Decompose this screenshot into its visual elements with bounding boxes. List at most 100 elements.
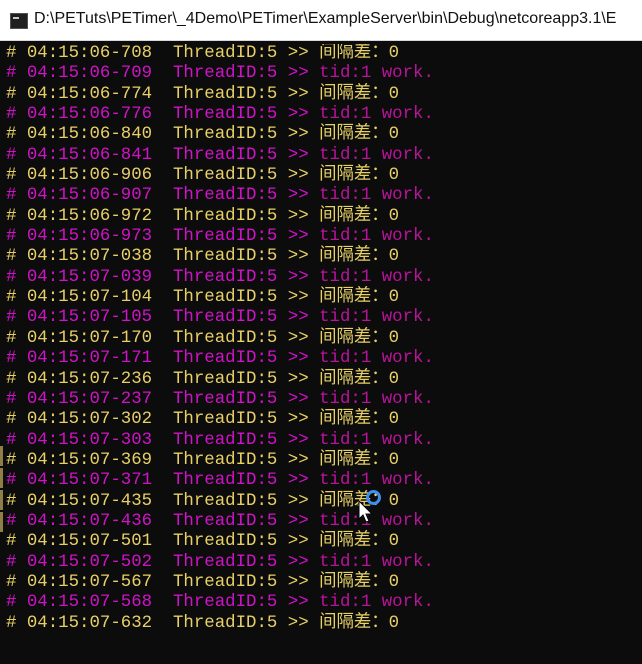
log-line: # 04:15:06-776 ThreadID:5 >> tid:1 work. xyxy=(0,105,642,125)
log-timestamp: # 04:15:07-567 xyxy=(6,572,153,592)
log-line: # 04:15:07-237 ThreadID:5 >> tid:1 work. xyxy=(0,390,642,410)
log-line: # 04:15:06-907 ThreadID:5 >> tid:1 work. xyxy=(0,186,642,206)
log-line: # 04:15:07-105 ThreadID:5 >> tid:1 work. xyxy=(0,308,642,328)
log-thread-id: ThreadID:5 xyxy=(172,491,278,511)
log-separator: >> xyxy=(287,369,309,389)
log-separator: >> xyxy=(287,247,309,267)
log-message: 间隔差：0 xyxy=(319,450,400,470)
log-separator: >> xyxy=(287,532,309,552)
log-thread-id: ThreadID:5 xyxy=(172,186,278,206)
log-thread-id: ThreadID:5 xyxy=(172,125,278,145)
log-timestamp: # 04:15:07-369 xyxy=(6,450,153,470)
log-timestamp: # 04:15:07-039 xyxy=(6,267,153,287)
log-message: tid:1 work. xyxy=(319,227,434,247)
log-separator: >> xyxy=(287,572,309,592)
log-message: tid:1 work. xyxy=(319,308,434,328)
log-line: # 04:15:06-973 ThreadID:5 >> tid:1 work. xyxy=(0,227,642,247)
log-thread-id: ThreadID:5 xyxy=(172,450,278,470)
log-separator: >> xyxy=(287,389,309,409)
log-timestamp: # 04:15:07-237 xyxy=(6,389,153,409)
log-thread-id: ThreadID:5 xyxy=(172,267,278,287)
log-thread-id: ThreadID:5 xyxy=(172,532,278,552)
log-separator: >> xyxy=(287,166,309,186)
log-thread-id: ThreadID:5 xyxy=(172,410,278,430)
log-separator: >> xyxy=(287,491,309,511)
log-timestamp: # 04:15:07-302 xyxy=(6,410,153,430)
log-thread-id: ThreadID:5 xyxy=(172,349,278,369)
log-message: 间隔差：0 xyxy=(319,44,400,63)
log-separator: >> xyxy=(287,511,309,531)
log-thread-id: ThreadID:5 xyxy=(172,572,278,592)
log-message: 间隔差：0 xyxy=(319,369,400,389)
console-app-icon xyxy=(10,13,28,29)
log-thread-id: ThreadID:5 xyxy=(172,471,278,491)
log-line: # 04:15:07-236 ThreadID:5 >> 间隔差：0 xyxy=(0,370,642,390)
log-separator: >> xyxy=(287,410,309,430)
log-line: # 04:15:06-708 ThreadID:5 >> 间隔差：0 xyxy=(0,44,642,64)
log-message: tid:1 work. xyxy=(319,145,434,165)
log-line: # 04:15:06-840 ThreadID:5 >> 间隔差：0 xyxy=(0,125,642,145)
console-output[interactable]: # 04:15:06-708 ThreadID:5 >> 间隔差：0 # 04:1… xyxy=(0,44,642,664)
log-separator: >> xyxy=(287,145,309,165)
log-separator: >> xyxy=(287,450,309,470)
log-line: # 04:15:07-501 ThreadID:5 >> 间隔差：0 xyxy=(0,532,642,552)
log-message: 间隔差：0 xyxy=(319,206,400,226)
log-timestamp: # 04:15:06-907 xyxy=(6,186,153,206)
log-line: # 04:15:06-774 ThreadID:5 >> 间隔差：0 xyxy=(0,85,642,105)
log-timestamp: # 04:15:07-436 xyxy=(6,511,153,531)
log-timestamp: # 04:15:06-906 xyxy=(6,166,153,186)
log-timestamp: # 04:15:06-840 xyxy=(6,125,153,145)
log-message: tid:1 work. xyxy=(319,349,434,369)
log-thread-id: ThreadID:5 xyxy=(172,511,278,531)
log-message: 间隔差：0 xyxy=(319,125,400,145)
log-message: tid:1 work. xyxy=(319,186,434,206)
log-timestamp: # 04:15:06-708 xyxy=(6,44,153,63)
log-thread-id: ThreadID:5 xyxy=(172,328,278,348)
log-timestamp: # 04:15:07-105 xyxy=(6,308,153,328)
log-separator: >> xyxy=(287,471,309,491)
log-message: tid:1 work. xyxy=(319,511,434,531)
log-timestamp: # 04:15:07-171 xyxy=(6,349,153,369)
window-title: D:\PETuts\PETimer\_4Demo\PETimer\Example… xyxy=(34,10,617,27)
log-line: # 04:15:06-906 ThreadID:5 >> 间隔差：0 xyxy=(0,166,642,186)
log-separator: >> xyxy=(287,84,309,104)
log-message: 间隔差：0 xyxy=(319,410,400,430)
mouse-pointer-icon xyxy=(358,500,374,523)
log-thread-id: ThreadID:5 xyxy=(172,288,278,308)
log-line: # 04:15:06-841 ThreadID:5 >> tid:1 work. xyxy=(0,146,642,166)
log-separator: >> xyxy=(287,64,309,84)
log-thread-id: ThreadID:5 xyxy=(172,84,278,104)
log-thread-id: ThreadID:5 xyxy=(172,145,278,165)
log-message: tid:1 work. xyxy=(319,593,434,613)
log-separator: >> xyxy=(287,288,309,308)
log-message: 间隔差：0 xyxy=(319,572,400,592)
log-thread-id: ThreadID:5 xyxy=(172,64,278,84)
log-line: # 04:15:06-709 ThreadID:5 >> tid:1 work. xyxy=(0,64,642,84)
log-message: tid:1 work. xyxy=(319,430,434,450)
log-line: # 04:15:07-435 ThreadID:5 >> 间隔差：0 xyxy=(0,492,642,512)
log-thread-id: ThreadID:5 xyxy=(172,44,278,63)
log-separator: >> xyxy=(287,227,309,247)
log-timestamp: # 04:15:07-236 xyxy=(6,369,153,389)
title-bar[interactable]: D:\PETuts\PETimer\_4Demo\PETimer\Example… xyxy=(0,0,642,41)
log-thread-id: ThreadID:5 xyxy=(172,389,278,409)
log-separator: >> xyxy=(287,206,309,226)
log-timestamp: # 04:15:07-435 xyxy=(6,491,153,511)
log-line: # 04:15:07-369 ThreadID:5 >> 间隔差：0 xyxy=(0,451,642,471)
log-message: 间隔差：0 xyxy=(319,166,400,186)
log-thread-id: ThreadID:5 xyxy=(172,593,278,613)
log-separator: >> xyxy=(287,593,309,613)
log-thread-id: ThreadID:5 xyxy=(172,552,278,572)
log-message: 间隔差：0 xyxy=(319,84,400,104)
log-line: # 04:15:07-568 ThreadID:5 >> tid:1 work. xyxy=(0,593,642,613)
log-timestamp: # 04:15:06-841 xyxy=(6,145,153,165)
log-thread-id: ThreadID:5 xyxy=(172,613,278,633)
log-timestamp: # 04:15:07-038 xyxy=(6,247,153,267)
log-separator: >> xyxy=(287,430,309,450)
log-line: # 04:15:07-502 ThreadID:5 >> tid:1 work. xyxy=(0,553,642,573)
log-thread-id: ThreadID:5 xyxy=(172,430,278,450)
log-separator: >> xyxy=(287,613,309,633)
log-line: # 04:15:07-104 ThreadID:5 >> 间隔差：0 xyxy=(0,288,642,308)
log-message: tid:1 work. xyxy=(319,64,434,84)
log-thread-id: ThreadID:5 xyxy=(172,166,278,186)
